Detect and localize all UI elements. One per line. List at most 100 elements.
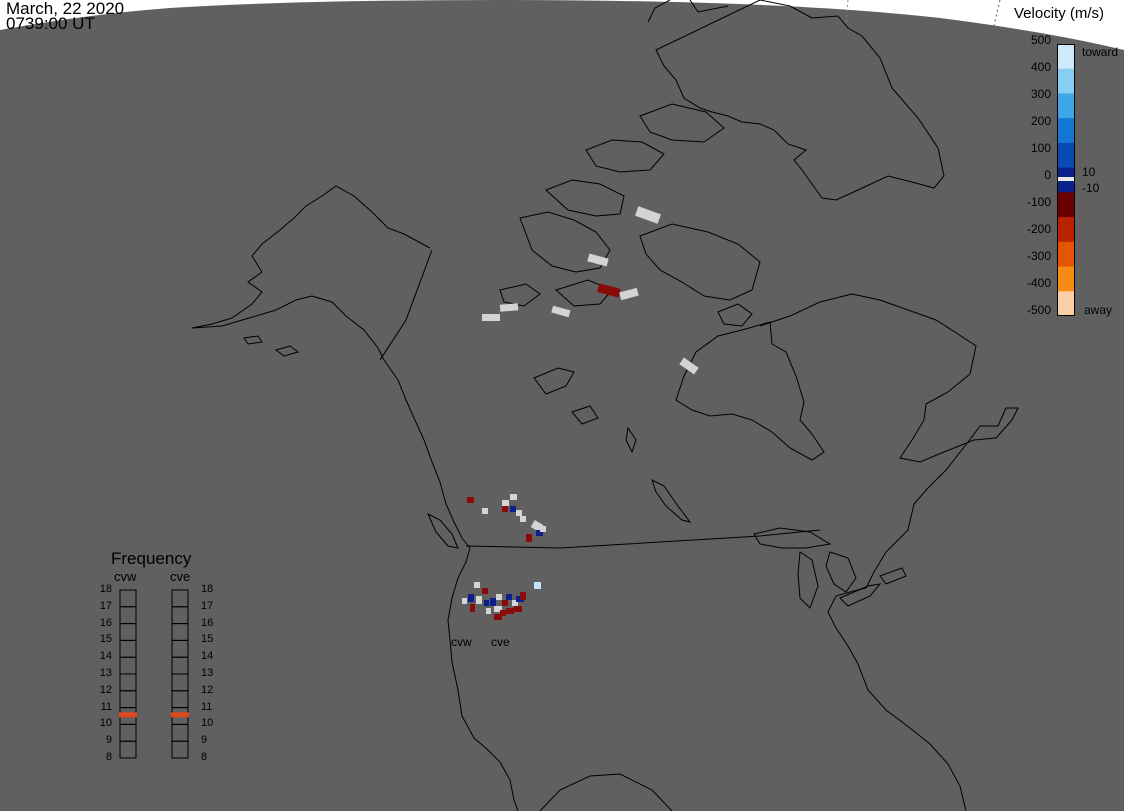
frequency-tick-label-right: 11 bbox=[201, 700, 213, 713]
frequency-gauge-cell bbox=[171, 606, 189, 625]
frequency-gauge-cell bbox=[119, 656, 137, 675]
frequency-tick-label-right: 15 bbox=[201, 633, 214, 646]
frequency-gauge-cell bbox=[119, 606, 137, 625]
frequency-gauge-cell bbox=[171, 623, 189, 641]
velocity-tick-label: 100 bbox=[1030, 141, 1051, 155]
echo-cell bbox=[534, 582, 541, 589]
frequency-tick-label-left: 10 bbox=[99, 717, 112, 730]
velocity-color-segment bbox=[1057, 142, 1075, 169]
radar-site-label-cvw: cvw bbox=[451, 635, 472, 649]
frequency-gauge-cell bbox=[171, 723, 189, 742]
echo-cell bbox=[462, 598, 467, 604]
velocity-colorbar bbox=[1057, 44, 1075, 316]
velocity-color-segment bbox=[1057, 68, 1075, 94]
velocity-scale-title: Velocity (m/s) bbox=[1014, 5, 1105, 22]
frequency-gauge-cell bbox=[171, 589, 189, 608]
velocity-tick-label: 500 bbox=[1030, 33, 1051, 47]
echo-cell bbox=[526, 534, 532, 542]
echo-cell bbox=[540, 526, 546, 532]
echo-cell bbox=[506, 594, 512, 600]
velocity-tick-label: -100 bbox=[1026, 195, 1051, 209]
echo-cell bbox=[482, 588, 488, 594]
echo-cell bbox=[484, 600, 489, 606]
velocity-inner-tick-negative: -10 bbox=[1082, 181, 1100, 195]
frequency-tick-label-right: 10 bbox=[201, 717, 214, 730]
frequency-marker-cve bbox=[171, 712, 189, 718]
frequency-tick-label-right: 8 bbox=[201, 751, 208, 763]
velocity-tick-label: 0 bbox=[1044, 168, 1051, 182]
frequency-gauge-cell bbox=[171, 740, 189, 759]
frequency-tick-label-right: 16 bbox=[201, 616, 214, 629]
velocity-inner-tick-positive: 10 bbox=[1082, 165, 1096, 179]
frequency-panel-title: Frequency bbox=[111, 549, 192, 568]
echo-cell bbox=[520, 592, 526, 600]
velocity-color-segment bbox=[1057, 217, 1075, 243]
frequency-tick-label-right: 9 bbox=[201, 734, 208, 747]
frequency-tick-label-left: 15 bbox=[99, 633, 112, 646]
frequency-tick-label-left: 12 bbox=[99, 683, 112, 696]
echo-cell bbox=[510, 494, 517, 500]
frequency-tick-label-left: 9 bbox=[105, 734, 112, 747]
echo-cell bbox=[516, 510, 522, 516]
frequency-marker-cvw bbox=[119, 712, 137, 718]
velocity-color-segment bbox=[1057, 241, 1075, 268]
frequency-tick-label-right: 14 bbox=[201, 650, 214, 663]
echo-cell bbox=[502, 600, 508, 606]
frequency-tick-label-left: 17 bbox=[99, 599, 112, 612]
frequency-gauge-cell bbox=[171, 656, 189, 675]
echo-cell bbox=[486, 608, 491, 614]
frequency-gauge-cell bbox=[119, 723, 137, 742]
frequency-gauge-cell bbox=[119, 639, 137, 658]
frequency-gauge-cell bbox=[119, 673, 137, 692]
velocity-color-segment bbox=[1057, 266, 1075, 292]
velocity-tick-label: 200 bbox=[1030, 114, 1051, 128]
echo-cell bbox=[520, 516, 526, 522]
frequency-tick-label-left: 14 bbox=[99, 650, 112, 663]
echo-cell bbox=[502, 506, 508, 512]
echo-cell bbox=[490, 598, 496, 606]
frequency-tick-label-right: 12 bbox=[201, 683, 214, 696]
velocity-tick-label: 300 bbox=[1030, 87, 1051, 101]
velocity-tick-label: -500 bbox=[1026, 303, 1051, 317]
frequency-tick-label-left: 18 bbox=[99, 583, 112, 595]
velocity-color-segment bbox=[1057, 93, 1075, 119]
frequency-gauge-cell bbox=[119, 690, 137, 709]
frequency-gauge-cell bbox=[119, 740, 137, 759]
velocity-tick-label: 400 bbox=[1030, 60, 1051, 74]
echo-cell bbox=[468, 594, 474, 602]
frequency-tick-label-left: 11 bbox=[100, 700, 112, 713]
velocity-tick-label: -400 bbox=[1026, 276, 1051, 290]
toward-label: toward bbox=[1082, 45, 1119, 59]
frequency-gauge-cell bbox=[119, 623, 137, 641]
echo-cell bbox=[506, 608, 514, 614]
echo-cell bbox=[474, 582, 480, 588]
echo-cell bbox=[502, 500, 509, 506]
frequency-gauge-cell bbox=[171, 639, 189, 658]
echo-cell bbox=[476, 596, 482, 604]
frequency-tick-label-right: 18 bbox=[201, 583, 214, 595]
frequency-tick-label-right: 17 bbox=[201, 599, 214, 612]
radar-site-label-cve: cve bbox=[491, 635, 510, 649]
velocity-tick-label: -200 bbox=[1026, 222, 1051, 236]
echo-cell bbox=[467, 497, 474, 503]
velocity-tick-label: -300 bbox=[1026, 249, 1051, 263]
velocity-color-segment bbox=[1057, 118, 1075, 144]
frequency-gauge-cell bbox=[171, 690, 189, 709]
frequency-tick-label-right: 13 bbox=[201, 667, 214, 679]
away-label: away bbox=[1084, 303, 1113, 317]
frequency-gauge-cell bbox=[171, 673, 189, 692]
echo-cell bbox=[496, 594, 502, 600]
echo-cell bbox=[510, 506, 516, 512]
frequency-tick-label-left: 8 bbox=[105, 751, 112, 763]
echo-cell bbox=[494, 614, 502, 620]
echo-cell bbox=[482, 508, 488, 514]
echo-cell bbox=[514, 606, 522, 612]
velocity-color-segment bbox=[1057, 44, 1075, 70]
map-display: March, 22 2020 0739:00 UT Velocity (m/s)… bbox=[0, 0, 1124, 811]
velocity-color-segment bbox=[1057, 192, 1075, 218]
echo-cell bbox=[470, 604, 475, 612]
frequency-gauge-cell bbox=[119, 589, 137, 608]
frequency-tick-label-left: 13 bbox=[99, 667, 112, 679]
velocity-zero-band bbox=[1057, 177, 1075, 181]
echo-cell bbox=[482, 314, 500, 321]
